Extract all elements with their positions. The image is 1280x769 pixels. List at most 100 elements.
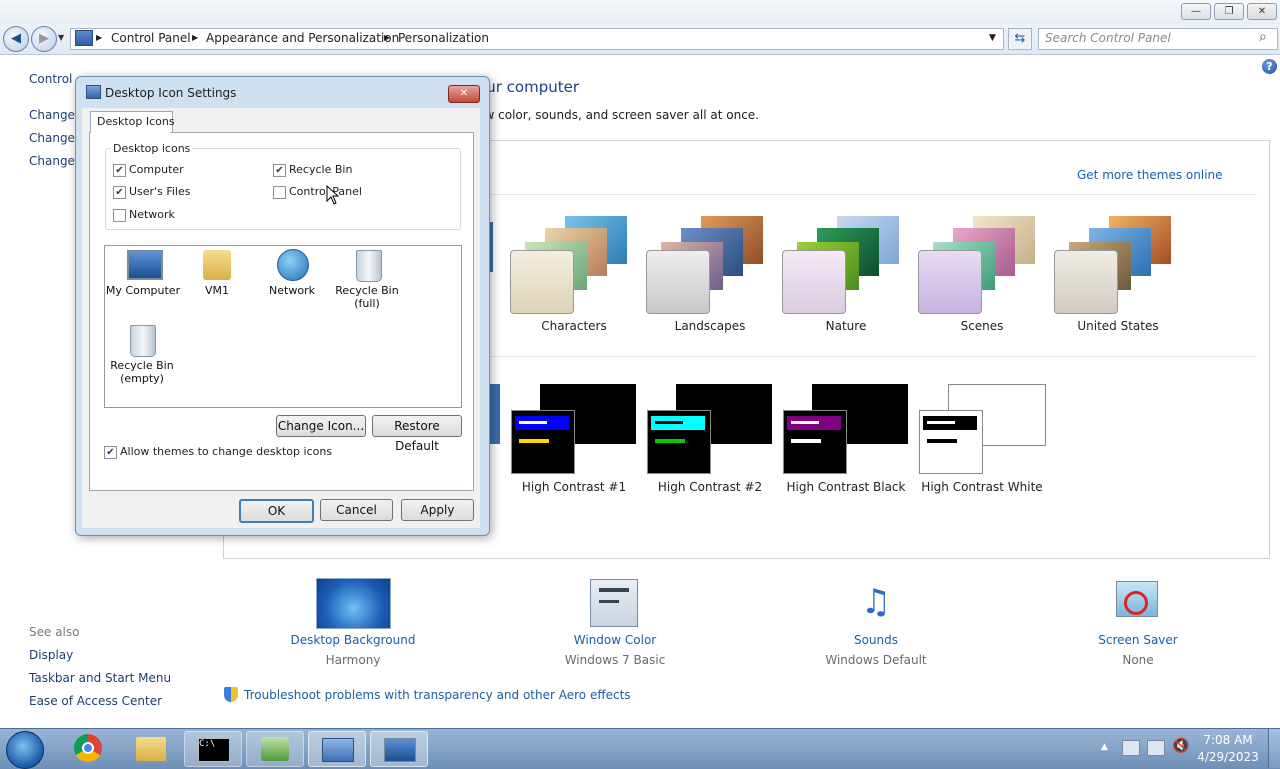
theme-high-contrast-black[interactable] bbox=[783, 384, 909, 474]
checkbox-label: Recycle Bin bbox=[289, 163, 353, 176]
breadcrumb-chevron-icon[interactable]: ▶ bbox=[192, 33, 198, 42]
volume-muted-icon[interactable]: 🔇 bbox=[1172, 738, 1189, 754]
minimize-button[interactable]: — bbox=[1181, 3, 1211, 20]
window-title-bar bbox=[0, 0, 1280, 24]
taskbar-desktop-icon-settings[interactable] bbox=[370, 731, 428, 767]
taskbar-cmd[interactable]: C:\ bbox=[184, 731, 242, 767]
search-placeholder: Search Control Panel bbox=[1045, 31, 1171, 45]
change-icon-button[interactable]: Change Icon... bbox=[276, 415, 366, 437]
show-hidden-icons-icon[interactable]: ▲ bbox=[1101, 742, 1108, 752]
help-icon[interactable]: ? bbox=[1262, 59, 1277, 74]
change-mouse-pointers-link[interactable]: Change mouse pointers bbox=[29, 131, 75, 145]
forward-button[interactable]: ▶ bbox=[31, 26, 57, 52]
divider bbox=[488, 194, 1257, 195]
start-button[interactable] bbox=[6, 731, 44, 769]
users-files-checkbox[interactable]: ✔ bbox=[113, 186, 126, 199]
dialog-close-button[interactable]: ✕ bbox=[448, 85, 480, 103]
change-account-picture-link[interactable]: Change your account picture bbox=[29, 154, 75, 168]
refresh-icon[interactable]: ⇆ bbox=[1008, 28, 1032, 50]
control-panel-home-link[interactable]: Control Panel Home bbox=[29, 72, 75, 86]
window-color-link[interactable]: Window Color bbox=[535, 633, 695, 647]
theme-label: Nature bbox=[825, 319, 867, 333]
taskbar-start-menu-link[interactable]: Taskbar and Start Menu bbox=[29, 671, 171, 685]
desktop-background-link[interactable]: Desktop Background bbox=[273, 633, 433, 647]
see-also-heading: See also bbox=[29, 625, 80, 639]
ease-of-access-link[interactable]: Ease of Access Center bbox=[29, 694, 162, 708]
tab-desktop-icons-label: Desktop Icons bbox=[97, 115, 175, 128]
breadcrumb-chevron-icon[interactable]: ▶ bbox=[384, 33, 390, 42]
dialog-title: Desktop Icon Settings bbox=[105, 86, 237, 100]
theme-label: High Contrast White bbox=[921, 480, 1043, 494]
screen-saver-icon[interactable] bbox=[1114, 579, 1160, 625]
icon-label: VM1 bbox=[204, 284, 229, 297]
window-color-icon[interactable] bbox=[590, 579, 638, 627]
computer-checkbox[interactable]: ✔ bbox=[113, 164, 126, 177]
address-dropdown-icon[interactable]: ▼ bbox=[989, 33, 996, 43]
window-color-value: Windows 7 Basic bbox=[564, 653, 666, 667]
maximize-button[interactable]: ❐ bbox=[1214, 3, 1244, 20]
theme-label: High Contrast #1 bbox=[521, 480, 627, 494]
display-link[interactable]: Display bbox=[29, 648, 73, 662]
change-desktop-icons-link[interactable]: Change desktop icons bbox=[29, 108, 75, 122]
sounds-link[interactable]: Sounds bbox=[796, 633, 956, 647]
folder-icon[interactable] bbox=[203, 250, 231, 280]
recycle-bin-empty-icon[interactable] bbox=[130, 325, 156, 357]
desktop-background-value: Harmony bbox=[325, 653, 381, 667]
allow-themes-label: Allow themes to change desktop icons bbox=[120, 445, 333, 458]
theme-label: High Contrast Black bbox=[786, 480, 906, 494]
my-computer-icon[interactable] bbox=[127, 250, 163, 280]
recycle-bin-full-icon[interactable] bbox=[356, 250, 382, 282]
show-desktop-button[interactable] bbox=[1268, 729, 1280, 768]
apply-button[interactable]: Apply bbox=[401, 499, 474, 521]
taskbar-chrome[interactable] bbox=[60, 731, 116, 765]
action-center-icon[interactable] bbox=[1122, 740, 1140, 756]
divider bbox=[488, 356, 1257, 357]
taskbar-download-app[interactable] bbox=[246, 731, 304, 767]
theme-high-contrast-white[interactable] bbox=[919, 384, 1046, 474]
icon-label: Recycle Bin (empty) bbox=[110, 359, 174, 385]
search-icon[interactable]: ⌕ bbox=[1259, 29, 1267, 45]
network-checkbox[interactable] bbox=[113, 209, 126, 222]
back-button[interactable]: ◀ bbox=[3, 26, 29, 52]
recent-pages-icon[interactable]: ▼ bbox=[58, 33, 64, 42]
dialog-app-icon bbox=[86, 85, 101, 99]
icon-label: Recycle Bin (full) bbox=[335, 284, 399, 310]
breadcrumb-control-panel[interactable]: Control Panel bbox=[111, 31, 191, 45]
allow-themes-checkbox[interactable]: ✔ bbox=[104, 446, 117, 459]
cancel-button[interactable]: Cancel bbox=[320, 499, 393, 521]
page-heading: Change the visuals and sounds on your co… bbox=[489, 78, 579, 96]
breadcrumb-chevron-icon[interactable]: ▶ bbox=[96, 33, 102, 42]
network-tray-icon[interactable] bbox=[1147, 740, 1165, 756]
theme-label: Characters bbox=[541, 319, 607, 333]
control-panel-icon bbox=[75, 30, 93, 46]
theme-high-contrast-1[interactable] bbox=[511, 384, 637, 474]
screen-saver-value: None bbox=[1122, 653, 1154, 667]
screen-saver-link[interactable]: Screen Saver bbox=[1058, 633, 1218, 647]
checkbox-label: Network bbox=[129, 208, 175, 221]
icon-label: My Computer bbox=[105, 284, 181, 297]
control-panel-checkbox[interactable] bbox=[273, 186, 286, 199]
sounds-icon[interactable]: ♫ bbox=[852, 578, 900, 626]
tab-seam bbox=[171, 132, 172, 133]
theme-label: Scenes bbox=[960, 319, 1004, 333]
clock-date[interactable]: 4/29/2023 bbox=[1196, 750, 1260, 764]
checkbox-label: User's Files bbox=[129, 185, 191, 198]
sounds-value: Windows Default bbox=[825, 653, 927, 667]
breadcrumb-personalization[interactable]: Personalization bbox=[398, 31, 489, 45]
troubleshoot-link[interactable]: Troubleshoot problems with transparency … bbox=[244, 688, 631, 702]
page-subtitle: Click a theme to change the desktop back… bbox=[489, 108, 759, 122]
close-window-button[interactable]: ✕ bbox=[1247, 3, 1277, 20]
desktop-background-thumbnail[interactable] bbox=[316, 578, 391, 629]
tab-seam bbox=[91, 132, 170, 134]
taskbar-explorer[interactable] bbox=[122, 731, 178, 765]
theme-high-contrast-2[interactable] bbox=[647, 384, 773, 474]
mouse-cursor-icon bbox=[326, 185, 340, 205]
network-globe-icon[interactable] bbox=[277, 249, 309, 281]
recycle-bin-checkbox[interactable]: ✔ bbox=[273, 164, 286, 177]
get-more-themes-link[interactable]: Get more themes online bbox=[1077, 168, 1223, 182]
restore-default-button[interactable]: Restore Default bbox=[372, 415, 462, 453]
ok-button[interactable]: OK bbox=[239, 499, 314, 523]
breadcrumb-appearance[interactable]: Appearance and Personalization bbox=[206, 31, 399, 45]
clock-time[interactable]: 7:08 AM bbox=[1198, 733, 1258, 747]
taskbar-control-panel[interactable] bbox=[308, 731, 366, 767]
